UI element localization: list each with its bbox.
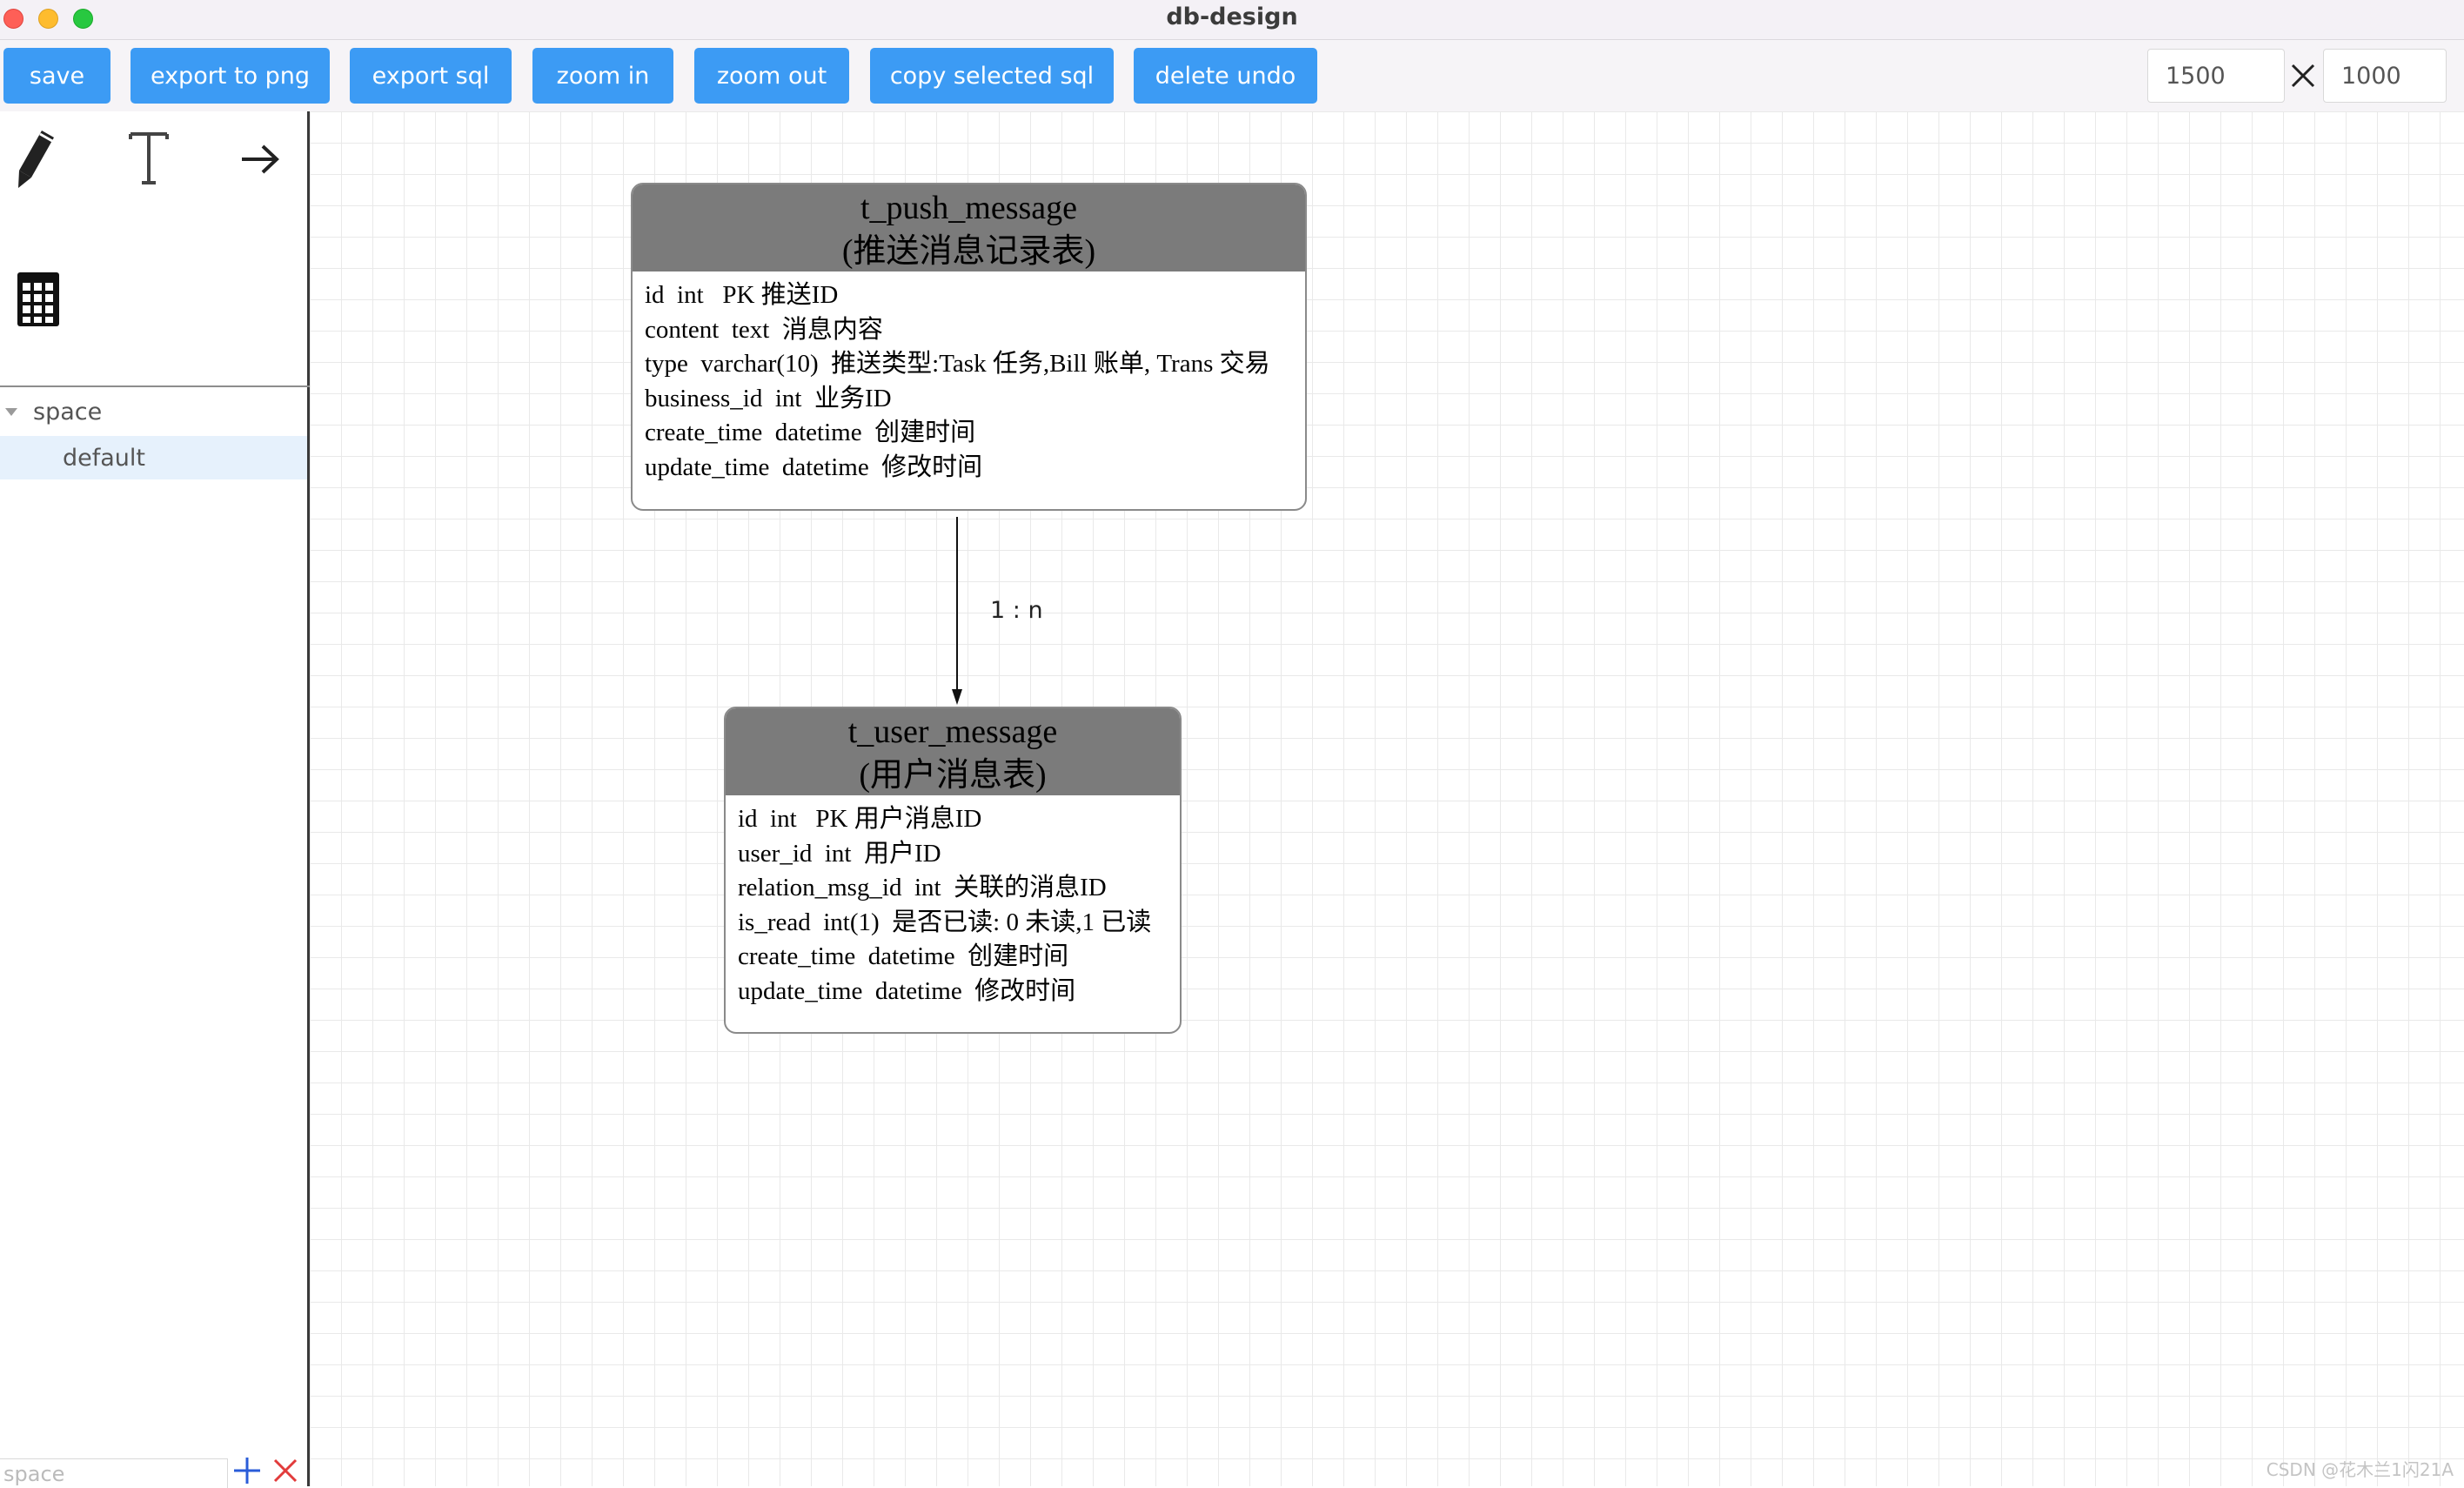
table-column-row: relation_msg_id int 关联的消息ID (738, 874, 1107, 902)
table-column-row: is_read int(1) 是否已读: 0 未读,1 已读 (738, 908, 1152, 936)
text-icon[interactable] (127, 131, 171, 186)
table-column-row: update_time datetime 修改时间 (645, 452, 983, 481)
table-columns: id int PK 用户消息ID user_id int 用户ID relati… (726, 795, 1180, 1009)
arrowhead-icon (952, 689, 962, 705)
delete-undo-button[interactable]: delete undo (1134, 48, 1317, 104)
table-column-row: type varchar(10) 推送类型:Task 任务,Bill 账单, T… (645, 350, 1270, 378)
export-sql-button[interactable]: export sql (350, 48, 512, 104)
pencil-icon[interactable] (16, 127, 59, 190)
window-titlebar: db-design (0, 0, 2464, 40)
tree-node-label: space (33, 398, 103, 426)
tree-node-label: default (63, 444, 146, 472)
table-name: t_push_message (860, 190, 1078, 226)
export-png-button[interactable]: export to png (131, 48, 330, 104)
table-column-row: create_time datetime 创建时间 (738, 942, 1069, 970)
table-columns: id int PK 推送ID content text 消息内容 type va… (633, 271, 1305, 485)
canvas-height-input[interactable] (2323, 49, 2447, 103)
table-comment: (推送消息记录表) (841, 233, 1096, 270)
window-title: db-design (1166, 3, 1298, 30)
table-column-row: user_id int 用户ID (738, 839, 941, 868)
table-column-row: create_time datetime 创建时间 (645, 419, 976, 446)
table-comment: (用户消息表) (859, 757, 1047, 794)
table-name: t_user_message (847, 714, 1058, 750)
table-column-row: update_time datetime 修改时间 (738, 976, 1076, 1005)
plus-icon[interactable] (231, 1455, 263, 1486)
times-icon (2291, 64, 2315, 88)
delete-icon[interactable] (271, 1457, 299, 1485)
zoom-in-button[interactable]: zoom in (532, 48, 673, 104)
table-header: t_push_message (推送消息记录表) (633, 184, 1305, 271)
arrow-icon[interactable] (238, 136, 282, 183)
canvas-width-input[interactable] (2147, 49, 2285, 103)
copy-selected-sql-button[interactable]: copy selected sql (870, 48, 1114, 104)
relation-label: 1 : n (990, 597, 1043, 624)
table-entity-push-message[interactable]: t_push_message (推送消息记录表) id int PK 推送ID … (631, 183, 1307, 511)
sidebar-divider (0, 385, 310, 387)
space-name-input[interactable] (0, 1458, 228, 1488)
table-column-row: id int PK 推送ID (645, 281, 839, 309)
table-icon[interactable] (16, 271, 61, 328)
table-column-row: content text 消息内容 (645, 315, 883, 344)
table-column-row: business_id int 业务ID (645, 384, 892, 412)
zoom-out-button[interactable]: zoom out (694, 48, 849, 104)
save-button[interactable]: save (3, 48, 110, 104)
caret-down-icon[interactable] (5, 407, 17, 416)
table-entity-user-message[interactable]: t_user_message (用户消息表) id int PK 用户消息ID … (724, 707, 1182, 1034)
design-canvas[interactable]: 1 : n t_push_message (推送消息记录表) id int PK… (310, 111, 2464, 1486)
toolbar: save export to png export sql zoom in zo… (0, 40, 2464, 111)
tree-node-default[interactable]: default (0, 436, 307, 479)
tree-node-space[interactable]: space (0, 392, 307, 432)
table-header: t_user_message (用户消息表) (726, 708, 1180, 795)
table-column-row: id int PK 用户消息ID (738, 805, 982, 833)
watermark: CSDN @花木兰1闪21A (2266, 1459, 2454, 1480)
sidebar: space default (0, 111, 310, 1488)
